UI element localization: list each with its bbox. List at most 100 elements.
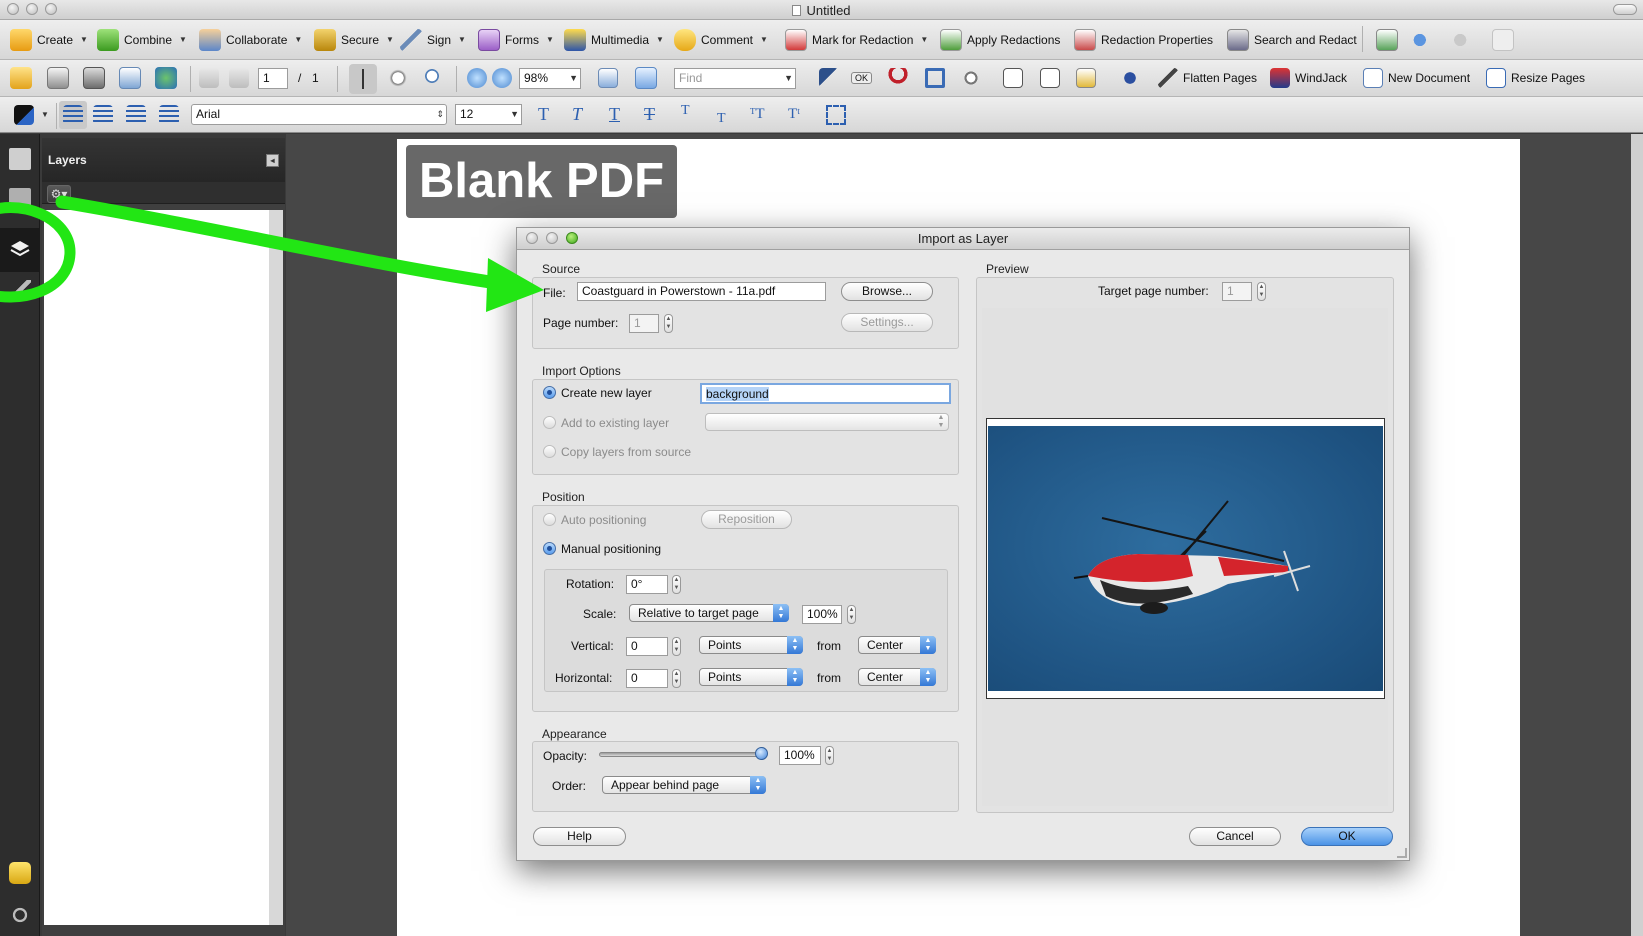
vertical-stepper[interactable]: ▲ ▼ bbox=[672, 637, 681, 656]
zoom-out-button[interactable] bbox=[467, 60, 487, 96]
text-box-button[interactable] bbox=[826, 97, 846, 132]
combine-button[interactable]: Combine ▼ bbox=[97, 20, 187, 59]
redaction-properties-button[interactable]: Redaction Properties bbox=[1074, 20, 1213, 59]
collapse-panel-button[interactable]: ◂ bbox=[266, 154, 279, 167]
toolbar-toggle-button[interactable] bbox=[1613, 4, 1637, 15]
select-tool-button[interactable] bbox=[349, 64, 377, 94]
rotation-stepper[interactable]: ▲ ▼ bbox=[672, 575, 681, 594]
create-button[interactable]: Create ▼ bbox=[10, 20, 88, 59]
marquee-zoom-button[interactable] bbox=[424, 60, 444, 96]
select-object-button[interactable] bbox=[819, 60, 839, 96]
font-family-select[interactable]: Arial ⇕ bbox=[191, 104, 447, 125]
save-button[interactable] bbox=[83, 60, 105, 96]
gear-icon[interactable]: ⚙▾ bbox=[47, 185, 71, 203]
page-number-field[interactable]: 1 bbox=[629, 314, 659, 333]
align-left-button[interactable] bbox=[59, 101, 87, 129]
scale-mode-select[interactable]: Relative to target page ▲ ▼ bbox=[629, 604, 789, 622]
flatten-pages-button[interactable]: Flatten Pages bbox=[1158, 60, 1257, 96]
resize-pages-button[interactable]: Resize Pages bbox=[1486, 60, 1585, 96]
attachment-panel-icon[interactable] bbox=[9, 904, 31, 926]
ok-button[interactable]: OK bbox=[1301, 827, 1393, 846]
dialog-minimize-button[interactable] bbox=[546, 232, 558, 244]
order-select[interactable]: Appear behind page ▲ ▼ bbox=[602, 776, 766, 794]
browse-button[interactable]: Browse... bbox=[841, 282, 933, 301]
dialog-close-button[interactable] bbox=[526, 232, 538, 244]
fit-page-button[interactable] bbox=[635, 60, 657, 96]
horizontal-scaling-button[interactable]: Tᵗ bbox=[788, 97, 800, 132]
open-button[interactable] bbox=[10, 60, 32, 96]
attach-tool-button[interactable] bbox=[961, 60, 981, 96]
edit-form-button[interactable] bbox=[1076, 60, 1096, 96]
new-document-button[interactable]: New Document bbox=[1363, 60, 1470, 96]
crop-tool-button[interactable] bbox=[925, 60, 945, 96]
multimedia-button[interactable]: Multimedia ▼ bbox=[564, 20, 664, 59]
opacity-slider-thumb[interactable] bbox=[755, 747, 768, 760]
comment-button[interactable]: Comment ▼ bbox=[674, 20, 768, 59]
vertical-from-select[interactable]: Center ▲ ▼ bbox=[858, 636, 936, 654]
layers-scrollbar[interactable] bbox=[269, 210, 283, 925]
text-field-tool-button[interactable] bbox=[1003, 60, 1023, 96]
hand-tool-button[interactable] bbox=[388, 60, 408, 96]
justify-button[interactable] bbox=[159, 97, 179, 132]
auto-positioning-radio[interactable] bbox=[543, 513, 556, 526]
horizontal-offset-input[interactable]: 0 bbox=[626, 669, 668, 688]
next-page-button[interactable] bbox=[229, 60, 249, 96]
horizontal-from-select[interactable]: Center ▲ ▼ bbox=[858, 668, 936, 686]
page-number-input[interactable]: 1 bbox=[258, 68, 288, 89]
search-and-redact-button[interactable]: Search and Redact bbox=[1227, 20, 1357, 59]
zoom-level-combo[interactable]: 98% ▼ bbox=[519, 68, 581, 89]
mark-for-redaction-button[interactable]: Mark for Redaction ▼ bbox=[785, 20, 928, 59]
copy-layers-radio[interactable] bbox=[543, 445, 556, 458]
create-new-layer-radio[interactable] bbox=[543, 386, 556, 399]
horizontal-unit-select[interactable]: Points ▲ ▼ bbox=[699, 668, 803, 686]
upload-button[interactable] bbox=[155, 60, 177, 96]
button-tool[interactable]: OK bbox=[851, 60, 873, 96]
scale-percent-input[interactable]: 100% bbox=[802, 605, 842, 624]
pages-panel-icon[interactable] bbox=[9, 148, 31, 170]
sign-button[interactable]: Sign ▼ bbox=[400, 20, 466, 59]
underline-button[interactable]: T bbox=[609, 97, 620, 132]
manual-positioning-radio[interactable] bbox=[543, 542, 556, 555]
link-tool-button[interactable] bbox=[888, 60, 908, 96]
scale-stepper[interactable]: ▲ ▼ bbox=[847, 605, 856, 624]
accessibility-button[interactable] bbox=[1120, 60, 1140, 96]
redo-button[interactable] bbox=[1447, 20, 1469, 59]
dialog-resize-grip[interactable] bbox=[1397, 848, 1407, 858]
document-scrollbar[interactable] bbox=[1631, 134, 1643, 936]
horizontal-stepper[interactable]: ▲ ▼ bbox=[672, 669, 681, 688]
email-button[interactable] bbox=[119, 60, 141, 96]
comments-panel-icon[interactable] bbox=[9, 862, 31, 884]
new-layer-name-input[interactable]: background bbox=[700, 383, 951, 404]
apply-redactions-button[interactable]: Apply Redactions bbox=[940, 20, 1060, 59]
zoom-in-button[interactable] bbox=[492, 60, 512, 96]
align-right-button[interactable] bbox=[126, 97, 146, 132]
layers-list[interactable] bbox=[44, 210, 269, 925]
help-button[interactable]: Help bbox=[533, 827, 626, 846]
text-color-button[interactable]: ▼ bbox=[14, 97, 49, 132]
opacity-input[interactable]: 100% bbox=[779, 746, 821, 765]
layers-panel-icon[interactable] bbox=[9, 238, 31, 260]
forms-button[interactable]: Forms ▼ bbox=[478, 20, 554, 59]
dialog-zoom-button[interactable] bbox=[566, 232, 578, 244]
windjack-button[interactable]: WindJack bbox=[1270, 60, 1347, 96]
collaborate-button[interactable]: Collaborate ▼ bbox=[199, 20, 302, 59]
rotation-input[interactable]: 0° bbox=[626, 575, 668, 594]
vertical-unit-select[interactable]: Points ▲ ▼ bbox=[699, 636, 803, 654]
page-number-stepper[interactable]: ▲ ▼ bbox=[664, 314, 673, 333]
cancel-button[interactable]: Cancel bbox=[1189, 827, 1281, 846]
scrolling-mode-button[interactable] bbox=[598, 60, 618, 96]
font-size-combo[interactable]: 12 ▼ bbox=[455, 104, 522, 125]
previous-page-button[interactable] bbox=[199, 60, 219, 96]
vertical-offset-input[interactable]: 0 bbox=[626, 637, 668, 656]
opacity-stepper[interactable]: ▲ ▼ bbox=[825, 746, 834, 765]
add-to-existing-layer-radio[interactable] bbox=[543, 416, 556, 429]
undo-button[interactable] bbox=[1411, 20, 1433, 59]
file-path-field[interactable]: Coastguard in Powerstown - 11a.pdf bbox=[577, 282, 826, 301]
align-center-button[interactable] bbox=[93, 97, 113, 132]
print-button[interactable] bbox=[47, 60, 69, 96]
opacity-slider-track[interactable] bbox=[599, 752, 763, 757]
subscript-button[interactable]: T bbox=[717, 101, 726, 136]
italic-button[interactable]: T bbox=[572, 97, 582, 132]
bookmarks-panel-icon[interactable] bbox=[9, 188, 31, 210]
spellcheck-button[interactable] bbox=[1376, 20, 1398, 59]
